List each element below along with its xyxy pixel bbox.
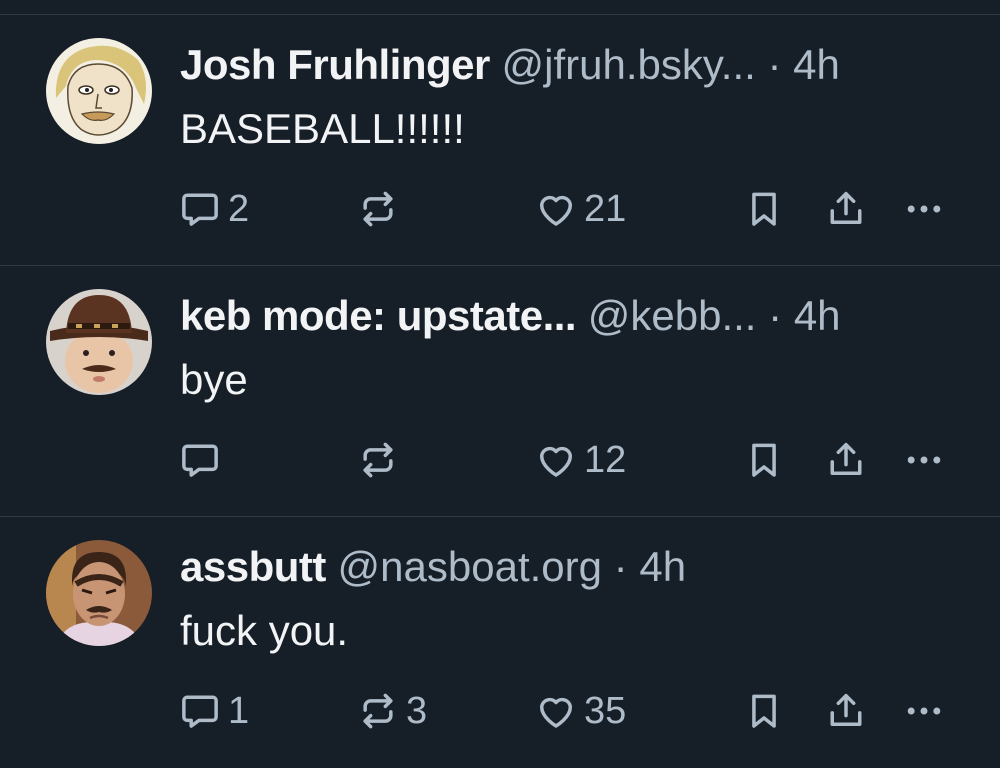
- more-options-button[interactable]: [902, 436, 946, 484]
- action-bar: 1 3 35: [180, 687, 960, 735]
- more-icon: [907, 707, 941, 715]
- share-button[interactable]: [824, 185, 868, 233]
- display-name[interactable]: keb mode: upstate...: [180, 292, 577, 339]
- share-button[interactable]: [824, 436, 868, 484]
- more-icon: [907, 205, 941, 213]
- action-bar: 2 21: [180, 185, 960, 233]
- reply-count: 2: [228, 187, 250, 230]
- display-name[interactable]: assbutt: [180, 543, 326, 590]
- more-options-button[interactable]: [902, 687, 946, 735]
- heart-icon: [539, 195, 573, 226]
- repost-button[interactable]: [356, 436, 406, 484]
- like-button[interactable]: 12: [534, 436, 626, 484]
- post[interactable]: assbutt @nasboat.org · 4h fuck you. 1 3 …: [0, 517, 1000, 768]
- like-button[interactable]: 35: [534, 687, 626, 735]
- avatar-illustration: [46, 38, 152, 144]
- like-count: 35: [584, 689, 627, 732]
- share-icon: [830, 442, 862, 475]
- like-count: 21: [584, 187, 627, 230]
- avatar[interactable]: [46, 38, 152, 144]
- share-icon: [830, 191, 862, 224]
- more-options-button[interactable]: [902, 185, 946, 233]
- like-count: 12: [584, 438, 627, 481]
- reply-button[interactable]: 2: [178, 185, 249, 233]
- handle[interactable]: @jfruh.bsky...: [502, 41, 756, 88]
- heart-icon: [539, 446, 573, 477]
- bookmark-icon: [752, 192, 776, 226]
- avatar-illustration: [46, 289, 152, 395]
- reply-button[interactable]: 1: [178, 687, 249, 735]
- reply-icon: [182, 695, 218, 728]
- like-button[interactable]: 21: [534, 185, 626, 233]
- repost-icon: [363, 191, 393, 227]
- bookmark-button[interactable]: [742, 436, 786, 484]
- repost-button[interactable]: 3: [356, 687, 427, 735]
- bookmark-icon: [752, 443, 776, 477]
- separator: ·: [768, 292, 783, 339]
- post-feed: Josh Fruhlinger @jfruh.bsky... · 4h BASE…: [0, 15, 1000, 768]
- post-header: Josh Fruhlinger @jfruh.bsky... · 4h: [180, 39, 960, 91]
- repost-icon: [363, 693, 393, 729]
- separator: ·: [613, 543, 628, 590]
- timestamp[interactable]: 4h: [794, 292, 841, 339]
- reply-icon: [182, 193, 218, 226]
- post-text: BASEBALL!!!!!!: [180, 105, 465, 152]
- timestamp[interactable]: 4h: [639, 543, 686, 590]
- display-name[interactable]: Josh Fruhlinger: [180, 41, 490, 88]
- reply-icon: [182, 444, 218, 477]
- post-content: keb mode: upstate... @kebb... · 4h bye: [180, 290, 960, 406]
- reply-count: 1: [228, 689, 250, 732]
- more-icon: [907, 456, 941, 464]
- post-text: fuck you.: [180, 607, 349, 654]
- post[interactable]: Josh Fruhlinger @jfruh.bsky... · 4h BASE…: [0, 15, 1000, 266]
- handle[interactable]: @nasboat.org: [338, 543, 602, 590]
- repost-button[interactable]: [356, 185, 406, 233]
- post-content: assbutt @nasboat.org · 4h fuck you.: [180, 541, 960, 657]
- post-content: Josh Fruhlinger @jfruh.bsky... · 4h BASE…: [180, 39, 960, 155]
- post-header: keb mode: upstate... @kebb... · 4h: [180, 290, 960, 342]
- avatar[interactable]: [46, 540, 152, 646]
- reply-button[interactable]: [178, 436, 228, 484]
- post[interactable]: keb mode: upstate... @kebb... · 4h bye 1…: [0, 266, 1000, 517]
- separator: ·: [767, 41, 782, 88]
- bookmark-icon: [752, 694, 776, 728]
- heart-icon: [539, 697, 573, 728]
- timestamp[interactable]: 4h: [793, 41, 840, 88]
- bookmark-button[interactable]: [742, 687, 786, 735]
- share-icon: [830, 693, 862, 726]
- handle[interactable]: @kebb...: [588, 292, 757, 339]
- post-header: assbutt @nasboat.org · 4h: [180, 541, 960, 593]
- bookmark-button[interactable]: [742, 185, 786, 233]
- share-button[interactable]: [824, 687, 868, 735]
- repost-count: 3: [406, 689, 428, 732]
- action-bar: 12: [180, 436, 960, 484]
- repost-icon: [363, 442, 393, 478]
- avatar[interactable]: [46, 289, 152, 395]
- post-text: bye: [180, 356, 248, 403]
- avatar-illustration: [46, 540, 152, 646]
